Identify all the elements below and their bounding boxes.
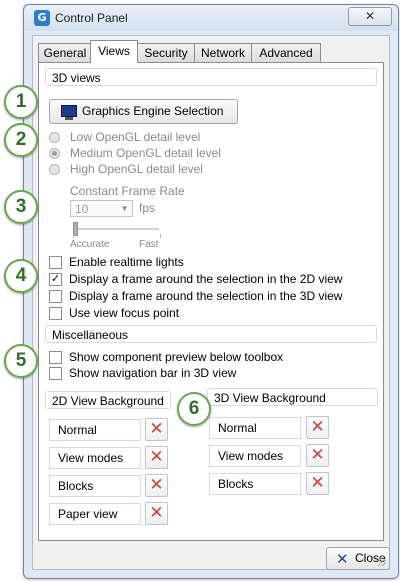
frame-rate-unit: fps — [139, 201, 156, 215]
checkbox[interactable] — [49, 351, 62, 364]
bg-3d-item[interactable]: View modes — [209, 445, 301, 467]
radio-button[interactable] — [49, 132, 60, 143]
views-panel: 3D views Graphics Engine Selection Low O… — [38, 62, 384, 541]
tab-security[interactable]: Security — [137, 43, 195, 62]
callout-badge: 6 — [177, 392, 211, 426]
window-close-button[interactable]: ✕ — [348, 7, 392, 26]
radio-label: Low OpenGL detail level — [70, 130, 201, 144]
tab-advanced[interactable]: Advanced — [251, 43, 321, 62]
delete-icon[interactable]: ✕ — [145, 446, 168, 469]
checkbox[interactable] — [49, 307, 62, 320]
checkbox[interactable]: ✓ — [49, 273, 62, 286]
bg-3d-item[interactable]: Normal — [209, 417, 301, 439]
client-area: General Views Security Network Advanced … — [32, 35, 390, 570]
resize-grip[interactable] — [378, 558, 386, 566]
radio-button[interactable] — [49, 164, 60, 175]
group-header-misc: Miscellaneous — [45, 325, 377, 343]
delete-icon[interactable]: ✕ — [145, 418, 168, 441]
callout-badge: 1 — [4, 85, 38, 119]
checkbox-label: Enable realtime lights — [69, 255, 184, 269]
frame-rate-label: Constant Frame Rate — [70, 184, 185, 198]
slider-max-label: Fast — [139, 239, 159, 250]
callout-badge: 5 — [4, 344, 38, 378]
bg-2d-item[interactable]: Paper view — [49, 503, 141, 525]
app-icon: G — [34, 10, 50, 26]
checkbox[interactable] — [49, 290, 62, 303]
tab-general[interactable]: General — [38, 43, 92, 62]
checkbox-label: Use view focus point — [69, 306, 180, 320]
bg-2d-item[interactable]: Normal — [49, 419, 141, 441]
radio-label: Medium OpenGL detail level — [70, 146, 221, 160]
checkbox-label: Display a frame around the selection in … — [69, 272, 343, 286]
group-header-2d-bg: 2D View Background — [45, 391, 171, 409]
title-bar[interactable]: G Control Panel ✕ — [24, 5, 398, 31]
callout-badge: 2 — [4, 123, 38, 157]
chevron-down-icon: ▼ — [120, 204, 129, 213]
group-header-3d-bg: 3D View Background — [207, 388, 378, 406]
frame-rate-slider[interactable] — [73, 228, 159, 230]
checkbox[interactable] — [49, 367, 62, 380]
slider-ticks — [73, 234, 161, 238]
callout-badge: 4 — [4, 259, 38, 293]
frame-rate-value: 10 — [75, 202, 89, 216]
delete-icon[interactable]: ✕ — [145, 502, 168, 525]
checkbox[interactable] — [49, 256, 62, 269]
bg-2d-item[interactable]: Blocks — [49, 475, 141, 497]
delete-icon[interactable]: ✕ — [306, 444, 329, 467]
graphics-engine-button[interactable]: Graphics Engine Selection — [49, 99, 238, 124]
slider-min-label: Accurate — [70, 239, 110, 250]
close-icon: ✕ — [336, 550, 349, 568]
checkbox-label: Show component preview below toolbox — [69, 350, 284, 364]
tab-network[interactable]: Network — [194, 43, 252, 62]
checkbox-label: Display a frame around the selection in … — [69, 289, 343, 303]
delete-icon[interactable]: ✕ — [306, 416, 329, 439]
checkbox-label: Show navigation bar in 3D view — [69, 366, 237, 380]
bg-2d-item[interactable]: View modes — [49, 447, 141, 469]
graphics-engine-label: Graphics Engine Selection — [82, 104, 224, 118]
monitor-icon — [61, 105, 77, 120]
control-panel-window: G Control Panel ✕ General Views Security… — [23, 4, 399, 579]
callout-badge: 3 — [4, 190, 38, 224]
tab-views[interactable]: Views — [90, 40, 138, 63]
radio-label: High OpenGL detail level — [70, 162, 203, 176]
bg-3d-item[interactable]: Blocks — [209, 473, 301, 495]
delete-icon[interactable]: ✕ — [145, 474, 168, 497]
radio-button[interactable] — [49, 148, 60, 159]
delete-icon[interactable]: ✕ — [306, 472, 329, 495]
group-header-3d-views: 3D views — [45, 68, 377, 86]
window-title: Control Panel — [55, 11, 128, 25]
frame-rate-select[interactable]: 10 ▼ — [70, 200, 133, 217]
